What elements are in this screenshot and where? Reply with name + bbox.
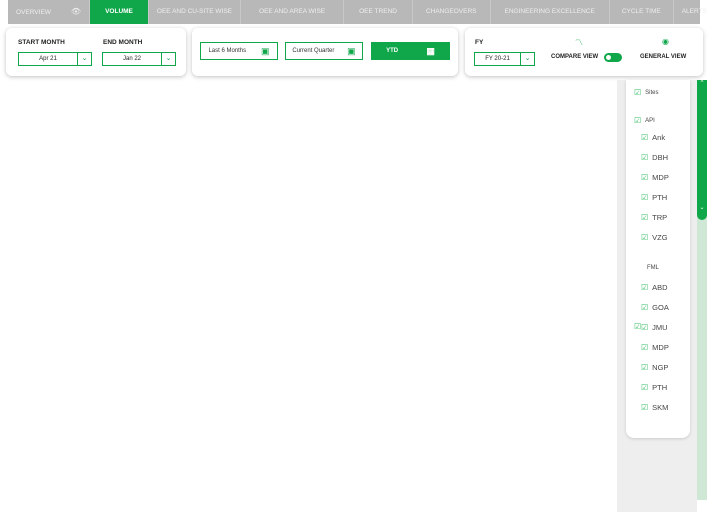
chevron-down-icon[interactable]: ⌄ xyxy=(697,204,707,211)
ytd-button[interactable]: YTD ▦ xyxy=(371,42,450,60)
checkbox-checked-icon[interactable]: ☑ xyxy=(641,133,648,142)
site-label: PTH xyxy=(652,383,668,392)
calendar-icon: ▣ xyxy=(261,45,270,56)
checkbox-checked-icon[interactable]: ☑ xyxy=(641,233,648,242)
scrollbar-thumb[interactable]: ^ ⌄ xyxy=(697,80,707,220)
site-checkbox-pth[interactable]: ☑ PTH xyxy=(641,383,667,392)
eye-icon: ◉ xyxy=(662,37,669,46)
end-month-select[interactable]: Jan 22 ⌄ xyxy=(102,52,176,66)
fy-label: FY xyxy=(475,39,484,46)
site-label: SKM xyxy=(652,403,669,412)
checkbox-checked-icon[interactable]: ☑ xyxy=(641,323,648,332)
checkbox-checked-icon[interactable]: ☑ xyxy=(634,88,641,97)
checkbox-checked-icon[interactable]: ☑ xyxy=(641,363,648,372)
chevron-down-icon[interactable]: ⌄ xyxy=(520,53,534,65)
site-checkbox-skm[interactable]: ☑ SKM xyxy=(641,403,668,412)
site-checkbox-goa[interactable]: ☑ GOA xyxy=(641,303,669,312)
period-card: Last 6 Months ▣ Current Quarter ▣ YTD ▦ xyxy=(192,28,458,76)
chevron-down-icon[interactable]: ⌄ xyxy=(77,53,91,65)
eye-icon[interactable]: 👁 xyxy=(71,7,81,16)
trend-icon: 〽 xyxy=(575,38,583,47)
group-api-checkbox[interactable]: ☑ API xyxy=(634,116,655,125)
site-label: GOA xyxy=(652,303,669,312)
site-checkbox-mdp[interactable]: ☑ MDP xyxy=(641,173,669,182)
tab-bar: OVERVIEW 👁 VOLUME OEE AND CU-SITE WISE OE… xyxy=(8,0,707,24)
month-range-card: START MONTH END MONTH Apr 21 ⌄ Jan 22 ⌄ xyxy=(6,28,186,76)
grid-icon: ▦ xyxy=(426,45,435,56)
site-label: VZG xyxy=(652,233,668,242)
tab-engineering-excellence[interactable]: ENGINEERING EXCELLENCE xyxy=(491,0,610,24)
checkbox-checked-icon[interactable]: ☑ xyxy=(641,193,648,202)
checkbox-checked-icon[interactable]: ☑ xyxy=(641,303,648,312)
chevron-down-icon[interactable]: ⌄ xyxy=(161,53,175,65)
checkbox-checked-icon[interactable]: ☑ xyxy=(641,403,648,412)
site-label: DBH xyxy=(652,153,669,162)
site-label: JMU xyxy=(652,323,668,332)
site-label: ABD xyxy=(652,283,668,292)
site-checkbox-abd[interactable]: ☑ ABD xyxy=(641,283,668,292)
tab-oee-trend[interactable]: OEE TREND xyxy=(344,0,413,24)
tab-cycle-time[interactable]: CYCLE TIME xyxy=(610,0,674,24)
view-toggle[interactable] xyxy=(604,53,622,62)
checkbox-checked-icon[interactable]: ☑ xyxy=(641,343,648,352)
site-label: Ank xyxy=(652,133,666,142)
tab-alerts[interactable]: ALERTS xyxy=(674,0,709,24)
start-month-select[interactable]: Apr 21 ⌄ xyxy=(18,52,92,66)
tab-oee-cu-site[interactable]: OEE AND CU-SITE WISE xyxy=(149,0,242,24)
tab-changeovers[interactable]: CHANGEOVERS xyxy=(413,0,491,24)
site-checkbox-vzg[interactable]: ☑ VZG xyxy=(641,233,668,242)
checkbox-checked-icon[interactable]: ☑ xyxy=(641,173,648,182)
site-label: NGP xyxy=(652,363,669,372)
site-label: PTH xyxy=(652,193,668,202)
chevron-up-icon[interactable]: ^ xyxy=(697,80,707,86)
compare-view-label[interactable]: COMPARE VIEW xyxy=(551,54,598,60)
calendar-icon: ▣ xyxy=(347,45,356,56)
checkbox-checked-icon[interactable]: ☑ xyxy=(641,383,648,392)
site-checkbox-dbh[interactable]: ☑ DBH xyxy=(641,153,668,162)
group-fml-label: FML xyxy=(647,265,659,271)
last-6-months-button[interactable]: Last 6 Months ▣ xyxy=(200,42,278,60)
fy-select[interactable]: FY 20-21 ⌄ xyxy=(474,52,535,66)
tab-volume[interactable]: VOLUME xyxy=(90,0,149,24)
checkbox-checked-icon[interactable]: ☑ xyxy=(641,213,648,222)
current-quarter-button[interactable]: Current Quarter ▣ xyxy=(285,42,363,60)
general-view-label[interactable]: GENERAL VIEW xyxy=(640,54,686,60)
site-label: TRP xyxy=(652,213,668,222)
checkbox-checked-icon[interactable]: ☑ xyxy=(641,153,648,162)
checkbox-checked-icon[interactable]: ☑ xyxy=(634,116,641,125)
checkbox-checked-icon[interactable]: ☑ xyxy=(641,283,648,292)
tab-oee-area[interactable]: OEE AND AREA WISE xyxy=(241,0,345,24)
view-card: FY FY 20-21 ⌄ 〽 COMPARE VIEW ◉ GENERAL VI… xyxy=(465,28,703,76)
site-label: MDP xyxy=(652,173,669,182)
site-checkbox-ank[interactable]: ☑ Ank xyxy=(641,133,665,142)
site-checkbox-trp[interactable]: ☑ TRP xyxy=(641,213,667,222)
site-checkbox-jmu[interactable]: ☑ JMU xyxy=(641,323,668,332)
site-checkbox-pth[interactable]: ☑ PTH xyxy=(641,193,667,202)
site-checkbox-ngp[interactable]: ☑ NGP xyxy=(641,363,668,372)
start-month-label: START MONTH xyxy=(18,39,65,46)
site-checkbox-mdp[interactable]: ☑ MDP xyxy=(641,343,669,352)
tab-overview[interactable]: OVERVIEW 👁 xyxy=(8,0,91,24)
site-label: MDP xyxy=(652,343,669,352)
site-filter-panel: ☑ Sites ☑ API ☑ Ank ☑ DBH ☑ MDP ☑ PTH ☑ TRP ☑ VZG FML… xyxy=(626,80,690,438)
end-month-label: END MONTH xyxy=(103,39,143,46)
sites-checkbox[interactable]: ☑ Sites xyxy=(634,88,659,97)
